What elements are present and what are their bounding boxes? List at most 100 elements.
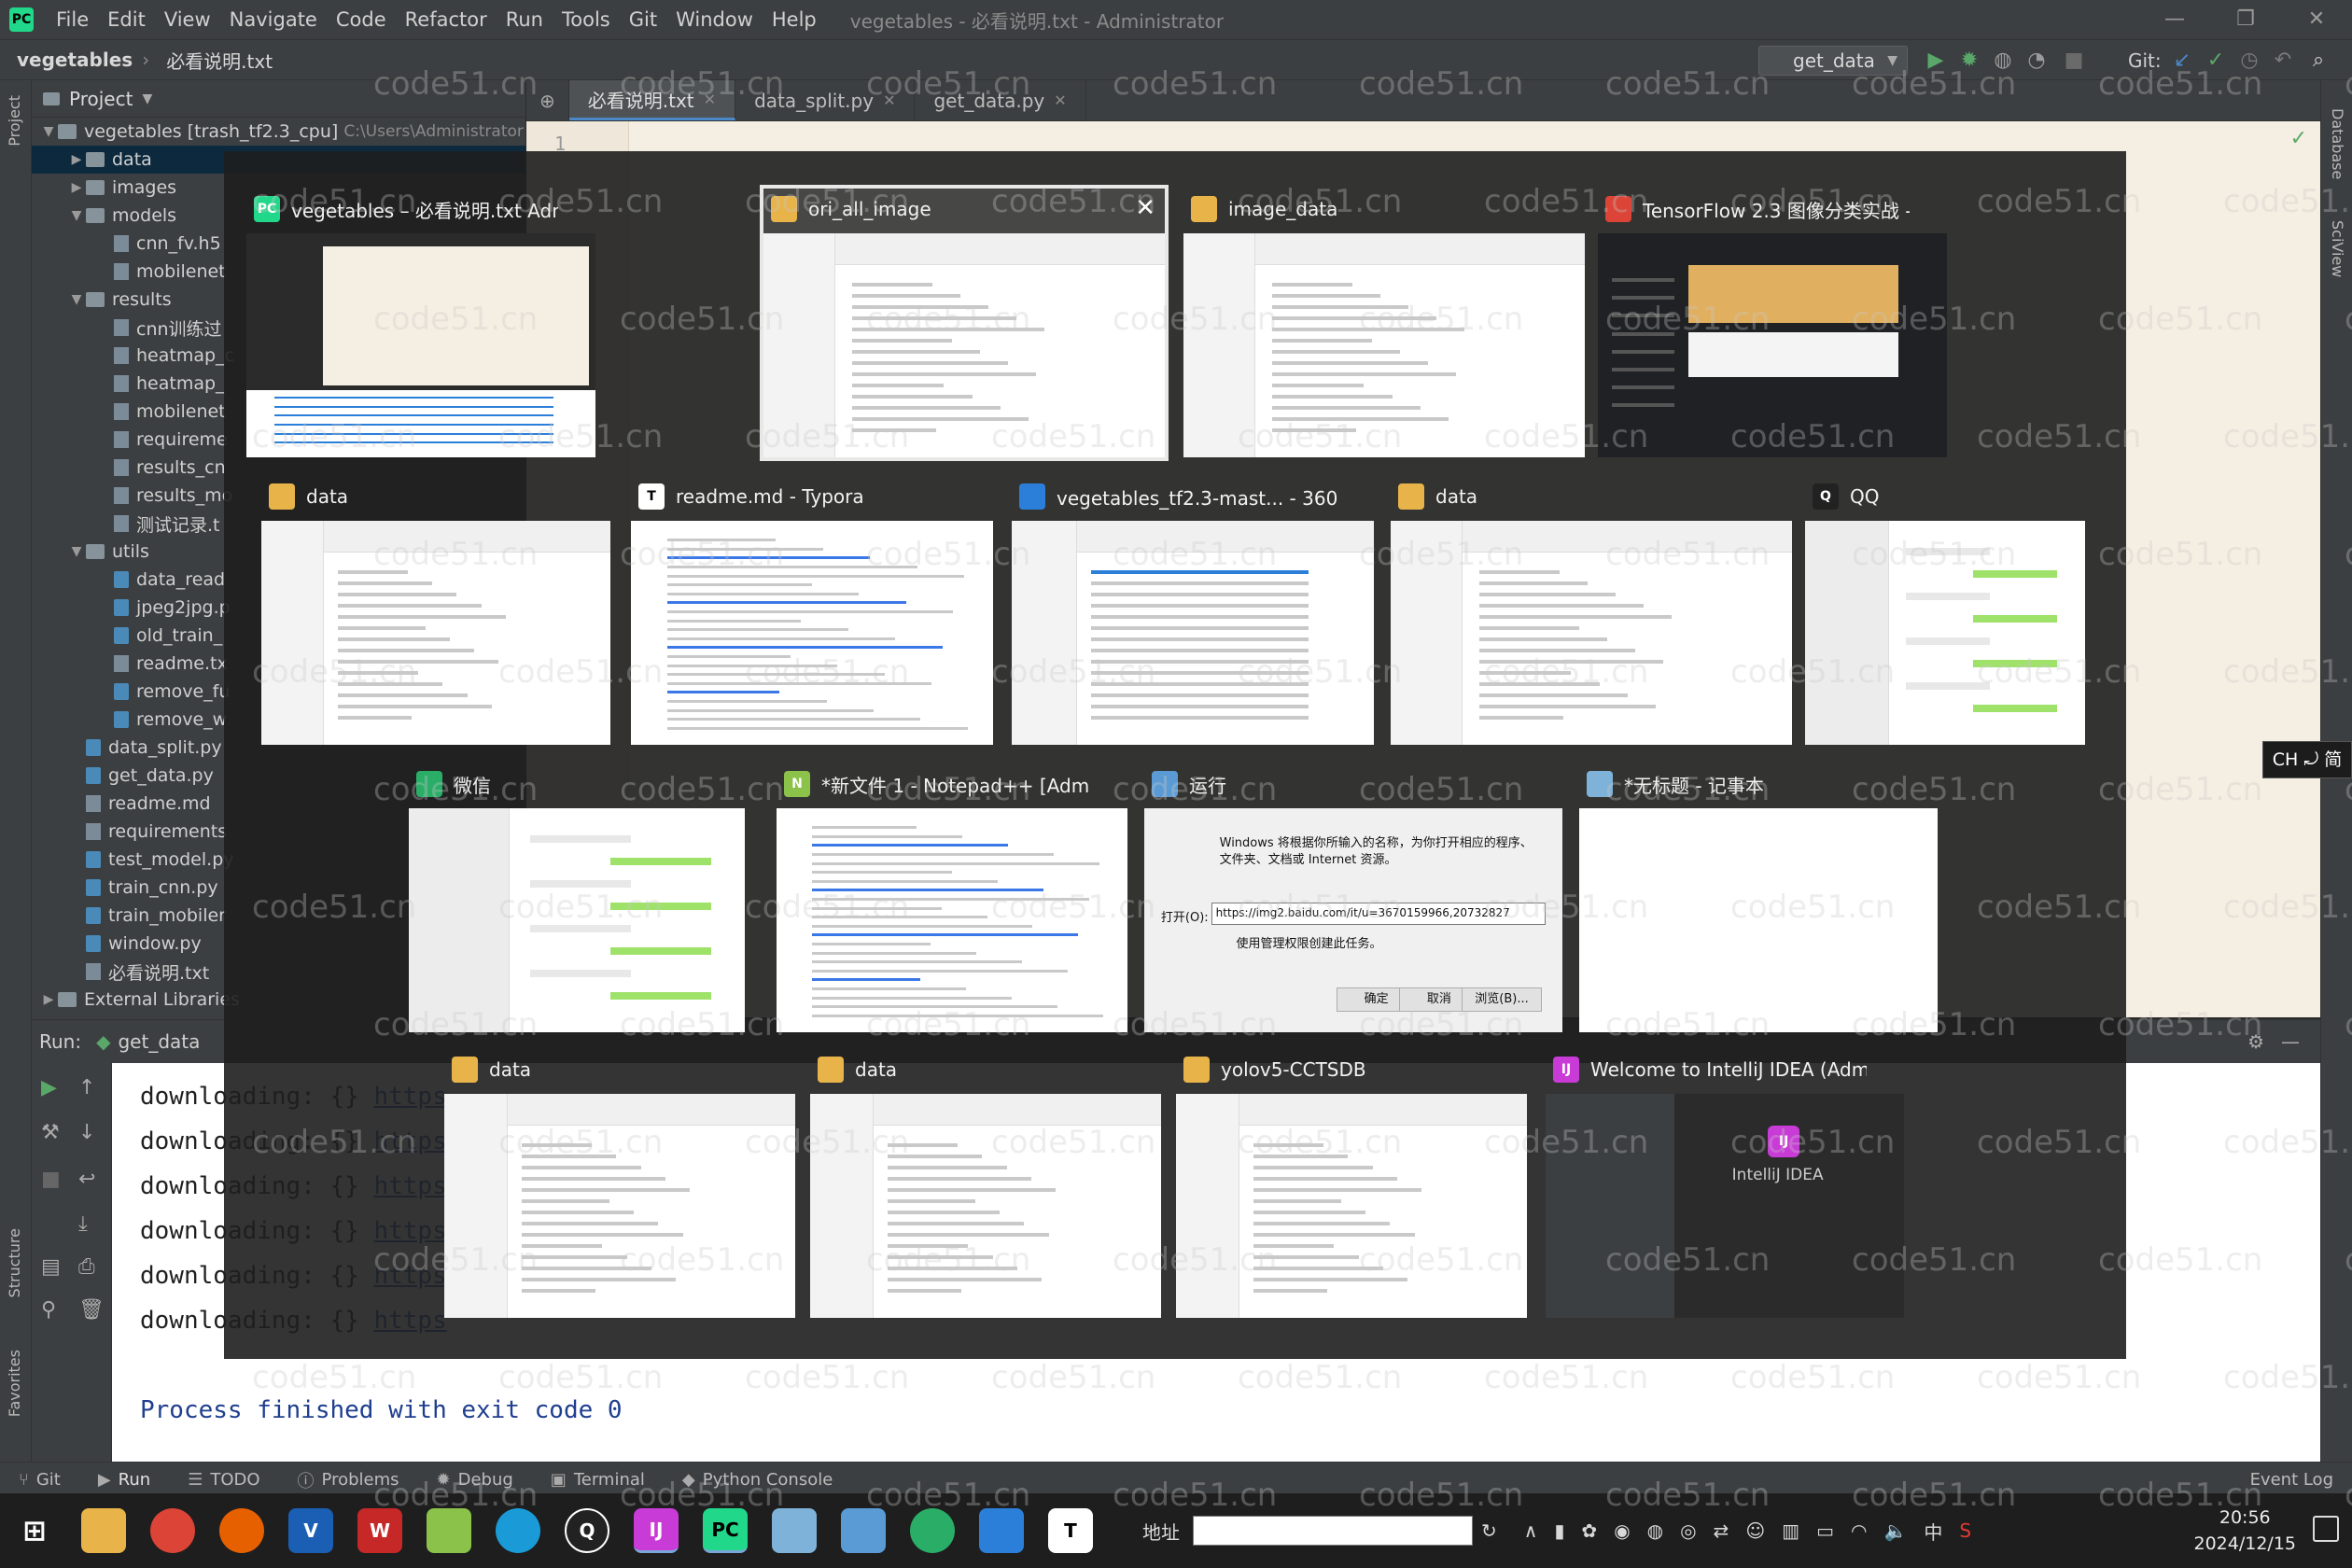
typora-icon[interactable]: T [1048, 1508, 1093, 1553]
project-view-select[interactable]: Project [69, 88, 133, 110]
pycharm-icon[interactable]: PC [703, 1508, 748, 1553]
switcher-window[interactable]: yolov5-CCTSDB [1176, 1049, 1527, 1318]
editor-tab[interactable]: 必看说明.txt ✕ [568, 80, 736, 120]
switcher-window[interactable]: ori_all_image ✕ [760, 185, 1169, 461]
notepad-icon[interactable] [772, 1508, 817, 1553]
wechat-icon[interactable] [910, 1508, 955, 1553]
wifi-icon[interactable]: ◠ [1851, 1519, 1867, 1542]
window-thumbnail[interactable] [1598, 233, 1947, 457]
qq-tray-icon[interactable]: ☺ [1745, 1519, 1765, 1542]
target-icon[interactable]: ⊕ [526, 80, 569, 120]
tool-tab-python-console[interactable]: ◆ Python Console [664, 1470, 851, 1490]
file-explorer-icon[interactable] [81, 1508, 126, 1553]
coverage-icon[interactable]: ◍ [1990, 48, 2016, 74]
window-thumbnail[interactable] [444, 1094, 795, 1318]
chevron-down-icon[interactable]: ▼ [67, 292, 86, 307]
switcher-window[interactable]: 微信 [409, 763, 745, 1032]
scroll-down-icon[interactable]: ↓ [78, 1121, 95, 1144]
system-clock[interactable]: 20:56 2024/12/15 [2193, 1505, 2296, 1557]
switcher-window[interactable]: 运行 Windows 将根据你所输入的名称，为你打开相应的程序、文件夹、文档或 I… [1144, 763, 1562, 1032]
menu-window[interactable]: Window [666, 8, 763, 31]
switcher-window[interactable]: *无标题 - 记事本 [1579, 763, 1938, 1032]
run-dialog-icon[interactable] [841, 1508, 886, 1553]
vpn-app-icon[interactable]: V [288, 1508, 333, 1553]
chart-tray-icon[interactable]: ▥ [1782, 1519, 1799, 1542]
rerun-icon[interactable]: ▶ [41, 1076, 57, 1099]
minimize-icon[interactable]: — [2147, 4, 2203, 35]
tree-item[interactable]: ▼ vegetables [trash_tf2.3_cpu] C:\Users\Ad… [32, 118, 525, 146]
close-tab-icon[interactable]: ✕ [883, 91, 895, 109]
refresh-icon[interactable]: ↻ [1481, 1519, 1497, 1542]
maximize-icon[interactable]: ❐ [2218, 4, 2274, 35]
switcher-window[interactable]: IJ Welcome to IntelliJ IDEA (Admin... IJ In… [1546, 1049, 1904, 1318]
window-thumbnail[interactable] [631, 521, 993, 745]
window-thumbnail[interactable] [1012, 521, 1374, 745]
window-thumbnail[interactable] [777, 808, 1127, 1032]
project-tool-tab[interactable]: Project [6, 95, 23, 147]
tool-tab-terminal[interactable]: ▣ Terminal [532, 1470, 664, 1490]
edge-icon[interactable] [496, 1508, 540, 1553]
browser-tray-icon[interactable]: ◎ [1680, 1519, 1696, 1542]
chrome-icon[interactable] [150, 1508, 195, 1553]
zip-app-icon[interactable] [979, 1508, 1024, 1553]
tool-tab-todo[interactable]: ☰ TODO [169, 1470, 278, 1490]
switcher-window[interactable]: N *新文件 1 - Notepad++ [Admini... [777, 763, 1127, 1032]
tool-tab-git[interactable]: ⑂ Git [0, 1470, 79, 1490]
menu-navigate[interactable]: Navigate [220, 8, 327, 31]
wechat-tray-icon[interactable]: ◍ [1647, 1519, 1663, 1542]
tray-app-icon[interactable]: ✿ [1581, 1519, 1597, 1542]
chevron-right-icon[interactable]: ▶ [39, 992, 58, 1007]
stop-icon[interactable]: ■ [2061, 48, 2087, 74]
event-log-tab[interactable]: Event Log [2232, 1470, 2352, 1490]
trash-icon[interactable]: 🗑 [78, 1298, 105, 1322]
chevron-right-icon[interactable]: ▶ [67, 152, 86, 167]
usb-icon[interactable]: ▮ [1554, 1519, 1564, 1542]
stop-icon[interactable]: ■ [41, 1168, 61, 1191]
firefox-icon[interactable] [219, 1508, 264, 1553]
chevron-down-icon[interactable]: ▼ [39, 124, 58, 139]
battery-icon[interactable]: ▭ [1816, 1519, 1834, 1542]
tool-tab-debug[interactable]: ✹ Debug [418, 1470, 532, 1490]
gear-icon[interactable]: ⚙ [2247, 1030, 2264, 1053]
database-tool-tab[interactable]: Database [2329, 108, 2346, 179]
window-thumbnail[interactable] [1183, 233, 1585, 457]
structure-tool-tab[interactable]: Structure [6, 1228, 23, 1297]
chevron-down-icon[interactable]: ▼ [67, 208, 86, 223]
qq-icon[interactable]: Q [565, 1508, 609, 1553]
git-rollback-icon[interactable]: ↶ [2270, 48, 2296, 74]
favorites-tool-tab[interactable]: Favorites [6, 1350, 23, 1417]
menu-git[interactable]: Git [620, 8, 666, 31]
pin-icon[interactable]: ⚲ [41, 1298, 56, 1322]
search-icon[interactable]: ⌕ [2305, 48, 2331, 74]
switcher-window[interactable]: data [1391, 476, 1792, 745]
breadcrumb-file[interactable]: 必看说明.txt [149, 47, 282, 74]
vpn-tray-icon[interactable]: ◉ [1614, 1519, 1630, 1542]
window-thumbnail[interactable]: Windows 将根据你所输入的名称，为你打开相应的程序、文件夹、文档或 Int… [1144, 808, 1562, 1032]
close-tab-icon[interactable]: ✕ [1054, 91, 1066, 109]
switcher-window[interactable]: Treadme.md - Typora [631, 476, 993, 745]
git-update-icon[interactable]: ↙ [2169, 48, 2195, 74]
address-input[interactable] [1193, 1516, 1473, 1546]
ime-indicator[interactable]: CH ⤾ 简 [2262, 741, 2352, 778]
window-thumbnail[interactable] [261, 521, 610, 745]
wps-icon[interactable]: W [357, 1508, 402, 1553]
switcher-window[interactable]: TensorFlow 2.3 图像分类实战 -... [1598, 189, 1947, 457]
window-thumbnail[interactable] [246, 233, 595, 457]
debug-icon[interactable]: ✹ [1956, 48, 1982, 74]
menu-code[interactable]: Code [327, 8, 396, 31]
wrench-icon[interactable]: ⚒ [41, 1121, 60, 1144]
git-history-icon[interactable]: ◷ [2236, 48, 2262, 74]
tool-tab-problems[interactable]: ⓘ Problems [279, 1468, 418, 1492]
hide-panel-icon[interactable]: — [2281, 1030, 2300, 1053]
switcher-window[interactable]: image_data [1183, 189, 1585, 457]
intellij-idea-icon[interactable]: IJ [634, 1508, 679, 1553]
chevron-right-icon[interactable]: ▶ [67, 180, 86, 195]
run-dialog-browse-button[interactable]: 浏览(B)... [1462, 987, 1542, 1012]
notification-icon[interactable] [2313, 1516, 2339, 1542]
editor-tab[interactable]: data_split.py ✕ [735, 80, 916, 120]
sciview-tool-tab[interactable]: SciView [2329, 220, 2346, 277]
close-icon[interactable]: ✕ [2289, 4, 2345, 35]
sync-icon[interactable]: ⇄ [1714, 1519, 1729, 1542]
menu-file[interactable]: File [47, 8, 98, 31]
switcher-window[interactable]: data [261, 476, 610, 745]
